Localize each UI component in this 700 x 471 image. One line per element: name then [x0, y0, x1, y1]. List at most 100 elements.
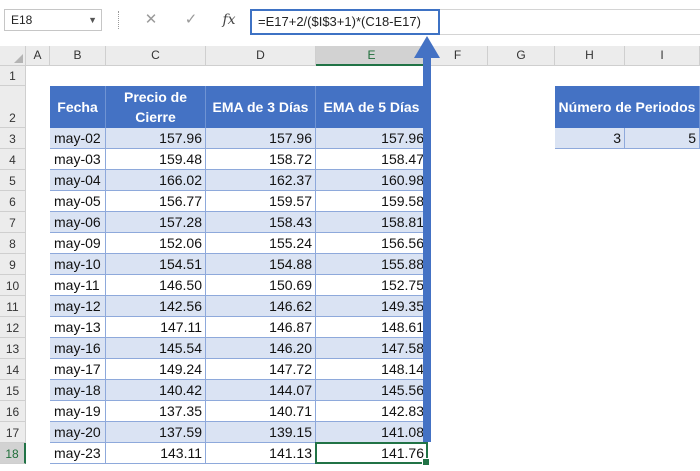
value-cell[interactable]: 158.81: [316, 212, 428, 233]
value-cell[interactable]: 160.98: [316, 170, 428, 191]
date-cell[interactable]: may-17: [50, 359, 106, 380]
row-header-14[interactable]: 14: [0, 359, 26, 380]
value-cell[interactable]: 157.96: [316, 128, 428, 149]
value-cell[interactable]: 142.56: [106, 296, 206, 317]
date-cell[interactable]: may-05: [50, 191, 106, 212]
row-header-15[interactable]: 15: [0, 380, 26, 401]
value-cell[interactable]: 144.07: [206, 380, 316, 401]
name-box-dropdown-icon[interactable]: ▼: [88, 10, 97, 30]
date-cell[interactable]: may-20: [50, 422, 106, 443]
value-cell[interactable]: 156.77: [106, 191, 206, 212]
value-cell[interactable]: 146.62: [206, 296, 316, 317]
period-value-cell[interactable]: 3: [555, 128, 625, 149]
value-cell[interactable]: 149.35: [316, 296, 428, 317]
cancel-icon[interactable]: ✕: [140, 9, 162, 31]
date-cell[interactable]: may-13: [50, 317, 106, 338]
active-cell-selection[interactable]: [315, 442, 430, 466]
value-cell[interactable]: 152.75: [316, 275, 428, 296]
period-value-cell[interactable]: 5: [625, 128, 700, 149]
value-cell[interactable]: 159.48: [106, 149, 206, 170]
value-cell[interactable]: 143.11: [106, 443, 206, 464]
value-cell[interactable]: 140.42: [106, 380, 206, 401]
value-cell[interactable]: 139.15: [206, 422, 316, 443]
value-cell[interactable]: 147.11: [106, 317, 206, 338]
row-header-18[interactable]: 18: [0, 443, 26, 464]
date-cell[interactable]: may-06: [50, 212, 106, 233]
date-cell[interactable]: may-18: [50, 380, 106, 401]
date-cell[interactable]: may-02: [50, 128, 106, 149]
periods-header-cell[interactable]: Número de Periodos: [555, 86, 700, 128]
select-all-button[interactable]: [0, 46, 26, 66]
formula-input-extension[interactable]: [440, 9, 700, 35]
row-header-8[interactable]: 8: [0, 233, 26, 254]
value-cell[interactable]: 148.61: [316, 317, 428, 338]
row-header-4[interactable]: 4: [0, 149, 26, 170]
value-cell[interactable]: 137.59: [106, 422, 206, 443]
value-cell[interactable]: 149.24: [106, 359, 206, 380]
value-cell[interactable]: 147.72: [206, 359, 316, 380]
value-cell[interactable]: 159.57: [206, 191, 316, 212]
column-header-c[interactable]: C: [106, 46, 206, 66]
value-cell[interactable]: 157.96: [106, 128, 206, 149]
date-cell[interactable]: may-04: [50, 170, 106, 191]
value-cell[interactable]: 166.02: [106, 170, 206, 191]
row-header-17[interactable]: 17: [0, 422, 26, 443]
value-cell[interactable]: 155.24: [206, 233, 316, 254]
value-cell[interactable]: 156.56: [316, 233, 428, 254]
row-header-9[interactable]: 9: [0, 254, 26, 275]
formula-input[interactable]: =E17+2/($I$3+1)*(C18-E17): [250, 9, 440, 35]
row-header-10[interactable]: 10: [0, 275, 26, 296]
value-cell[interactable]: 147.58: [316, 338, 428, 359]
value-cell[interactable]: 157.28: [106, 212, 206, 233]
value-cell[interactable]: 142.83: [316, 401, 428, 422]
date-cell[interactable]: may-10: [50, 254, 106, 275]
value-cell[interactable]: 152.06: [106, 233, 206, 254]
value-cell[interactable]: 141.08: [316, 422, 428, 443]
row-header-1[interactable]: 1: [0, 66, 26, 86]
row-header-11[interactable]: 11: [0, 296, 26, 317]
row-header-2[interactable]: 2: [0, 86, 26, 128]
column-header-a[interactable]: A: [26, 46, 50, 66]
name-box[interactable]: E18 ▼: [4, 9, 102, 31]
date-cell[interactable]: may-19: [50, 401, 106, 422]
value-cell[interactable]: 158.47: [316, 149, 428, 170]
column-header-i[interactable]: I: [625, 46, 700, 66]
value-cell[interactable]: 159.58: [316, 191, 428, 212]
table-header-cell[interactable]: EMA de 5 Días: [316, 86, 428, 128]
value-cell[interactable]: 145.54: [106, 338, 206, 359]
value-cell[interactable]: 146.87: [206, 317, 316, 338]
value-cell[interactable]: 146.20: [206, 338, 316, 359]
column-header-d[interactable]: D: [206, 46, 316, 66]
insert-function-icon[interactable]: fx: [218, 9, 240, 31]
value-cell[interactable]: 141.13: [206, 443, 316, 464]
value-cell[interactable]: 158.43: [206, 212, 316, 233]
date-cell[interactable]: may-03: [50, 149, 106, 170]
fill-handle[interactable]: [422, 458, 430, 466]
value-cell[interactable]: 137.35: [106, 401, 206, 422]
row-header-5[interactable]: 5: [0, 170, 26, 191]
column-header-b[interactable]: B: [50, 46, 106, 66]
table-header-cell[interactable]: Precio de Cierre: [106, 86, 206, 128]
date-cell[interactable]: may-16: [50, 338, 106, 359]
row-header-13[interactable]: 13: [0, 338, 26, 359]
date-cell[interactable]: may-11: [50, 275, 106, 296]
date-cell[interactable]: may-12: [50, 296, 106, 317]
column-header-g[interactable]: G: [488, 46, 555, 66]
column-header-h[interactable]: H: [555, 46, 625, 66]
date-cell[interactable]: may-23: [50, 443, 106, 464]
date-cell[interactable]: may-09: [50, 233, 106, 254]
row-header-3[interactable]: 3: [0, 128, 26, 149]
row-header-16[interactable]: 16: [0, 401, 26, 422]
value-cell[interactable]: 154.51: [106, 254, 206, 275]
value-cell[interactable]: 158.72: [206, 149, 316, 170]
row-header-7[interactable]: 7: [0, 212, 26, 233]
row-header-6[interactable]: 6: [0, 191, 26, 212]
value-cell[interactable]: 140.71: [206, 401, 316, 422]
value-cell[interactable]: 150.69: [206, 275, 316, 296]
table-header-cell[interactable]: EMA de 3 Días: [206, 86, 316, 128]
column-header-e[interactable]: E: [316, 46, 428, 66]
value-cell[interactable]: 157.96: [206, 128, 316, 149]
value-cell[interactable]: 146.50: [106, 275, 206, 296]
value-cell[interactable]: 145.56: [316, 380, 428, 401]
enter-icon[interactable]: ✓: [180, 9, 202, 31]
